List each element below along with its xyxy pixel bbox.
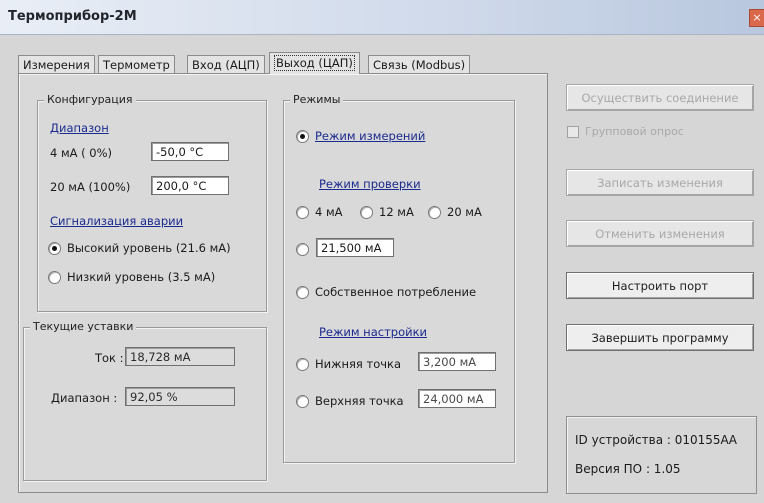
group-poll-label: Групповой опрос — [585, 125, 684, 138]
high-point-field[interactable]: 24,000 мА — [418, 389, 496, 408]
measure-mode-label: Режим измерений — [315, 129, 426, 143]
range-link[interactable]: Диапазон — [50, 121, 109, 135]
radio-unchecked-icon — [296, 243, 309, 256]
low-point-label: Нижняя точка — [315, 357, 402, 371]
alarm-low-radio[interactable]: Низкий уровень (3.5 мА) — [48, 270, 215, 284]
alarm-high-label: Высокий уровень (21.6 мА) — [67, 241, 231, 255]
check-20ma-label: 20 мА — [447, 205, 482, 219]
custom-current-radio[interactable] — [296, 243, 315, 256]
check-mode-link[interactable]: Режим проверки — [319, 177, 421, 191]
configure-port-button[interactable]: Настроить порт — [566, 272, 754, 299]
check-12ma-label: 12 мА — [379, 205, 414, 219]
self-consumption-radio[interactable]: Собственное потребление — [296, 285, 476, 299]
check-12ma-radio[interactable]: 12 мА — [360, 205, 414, 219]
exit-program-button[interactable]: Завершить программу — [566, 324, 754, 351]
radio-unchecked-icon — [428, 205, 441, 219]
high-range-field[interactable]: 200,0 °C — [151, 176, 229, 195]
radio-checked-icon — [48, 241, 61, 255]
tab-dac-output-label: Выход (ЦАП) — [274, 55, 355, 71]
check-20ma-radio[interactable]: 20 мА — [428, 205, 482, 219]
range-percent-field: 92,05 % — [125, 387, 235, 406]
modes-group-title: Режимы — [290, 93, 344, 106]
tab-measurements[interactable]: Измерения — [18, 55, 95, 74]
main-window: Измерения Термометр Вход (АЦП) Выход (ЦА… — [0, 35, 764, 503]
low-point-radio[interactable]: Нижняя точка — [296, 357, 401, 371]
current-settings-group: Текущие уставки Ток : 18,728 мА Диапазон… — [23, 320, 267, 481]
measure-mode-radio[interactable]: Режим измерений — [296, 129, 425, 143]
close-icon[interactable]: × — [749, 9, 764, 27]
cancel-changes-button[interactable]: Отменить изменения — [566, 220, 754, 247]
current-label: Ток : — [95, 351, 124, 365]
radio-unchecked-icon — [296, 357, 309, 371]
modes-group: Режимы Режим измерений Режим проверки 4 … — [283, 93, 515, 463]
self-consumption-label: Собственное потребление — [315, 285, 477, 299]
low-point-field[interactable]: 3,200 мА — [418, 352, 496, 371]
low-range-label: 4 мА ( 0%) — [50, 146, 113, 160]
radio-checked-icon — [296, 129, 309, 143]
tab-modbus[interactable]: Связь (Modbus) — [368, 55, 471, 74]
device-id: ID устройства : 010155АА — [575, 433, 737, 447]
radio-unchecked-icon — [48, 270, 61, 284]
group-poll-checkbox[interactable]: Групповой опрос — [567, 125, 684, 138]
check-4ma-radio[interactable]: 4 мА — [296, 205, 343, 219]
window-title: Термоприбор-2М — [8, 9, 137, 24]
alarm-link[interactable]: Сигнализация аварии — [50, 214, 183, 228]
title-bar: Термоприбор-2М × — [0, 0, 764, 35]
radio-unchecked-icon — [360, 205, 373, 219]
firmware-version: Версия ПО : 1.05 — [575, 462, 681, 476]
radio-unchecked-icon — [296, 394, 309, 408]
current-settings-title: Текущие уставки — [30, 320, 137, 333]
connect-button[interactable]: Осуществить соединение — [566, 84, 754, 111]
radio-unchecked-icon — [296, 285, 309, 299]
high-point-radio[interactable]: Верхняя точка — [296, 394, 404, 408]
low-range-field[interactable]: -50,0 °C — [151, 142, 229, 161]
radio-unchecked-icon — [296, 205, 309, 219]
custom-current-field[interactable]: 21,500 мА — [316, 238, 394, 257]
check-4ma-label: 4 мА — [315, 205, 343, 219]
write-changes-button[interactable]: Записать изменения — [566, 169, 754, 196]
config-group: Конфигурация Диапазон 4 мА ( 0%) -50,0 °… — [37, 93, 267, 312]
config-group-title: Конфигурация — [44, 93, 136, 106]
checkbox-icon — [567, 125, 579, 138]
range-percent-label: Диапазон : — [51, 391, 118, 405]
tab-dac-output[interactable]: Выход (ЦАП) — [269, 52, 360, 74]
device-info-box: ID устройства : 010155АА Версия ПО : 1.0… — [566, 416, 757, 494]
alarm-high-radio[interactable]: Высокий уровень (21.6 мА) — [48, 241, 231, 255]
tab-thermometer[interactable]: Термометр — [98, 55, 175, 74]
high-point-label: Верхняя точка — [315, 394, 404, 408]
current-value-field: 18,728 мА — [125, 347, 235, 366]
high-range-label: 20 мА (100%) — [50, 180, 131, 194]
tab-adc-input[interactable]: Вход (АЦП) — [187, 55, 265, 74]
tab-panel: Конфигурация Диапазон 4 мА ( 0%) -50,0 °… — [18, 73, 548, 493]
setup-mode-link[interactable]: Режим настройки — [319, 325, 427, 339]
alarm-low-label: Низкий уровень (3.5 мА) — [67, 270, 216, 284]
